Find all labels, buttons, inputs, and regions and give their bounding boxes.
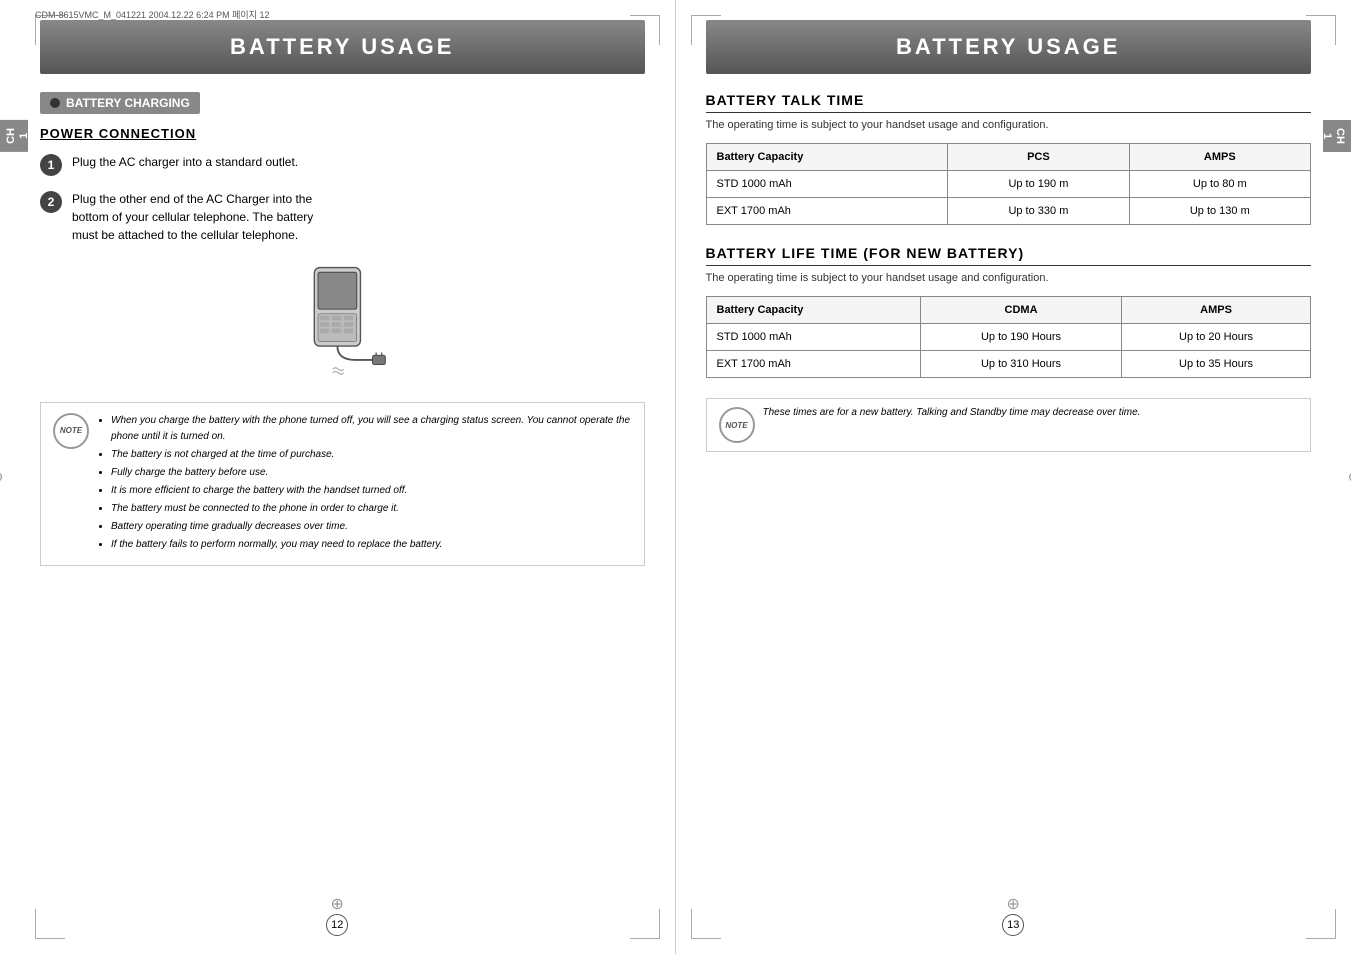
note-item-2: The battery is not charged at the time o… — [111, 447, 632, 463]
right-page: CH 1 BATTERY USAGE BATTERY TALK TIME The… — [676, 0, 1351, 954]
file-info: CDM-8615VMC_M_041221 2004.12.22 6:24 PM … — [35, 8, 269, 21]
chapter-tab-left: CH 1 — [0, 120, 28, 152]
step-2: 2 Plug the other end of the AC Charger i… — [40, 190, 645, 244]
table2-r1c2: Up to 190 Hours — [920, 324, 1121, 351]
left-page: CDM-8615VMC_M_041221 2004.12.22 6:24 PM … — [0, 0, 676, 954]
note-list: When you charge the battery with the pho… — [97, 413, 632, 555]
note-item-5: The battery must be connected to the pho… — [111, 501, 632, 517]
table2-row-1: STD 1000 mAh Up to 190 Hours Up to 20 Ho… — [706, 324, 1311, 351]
note-item-3: Fully charge the battery before use. — [111, 465, 632, 481]
table1-r2c2: Up to 330 m — [948, 198, 1129, 225]
corner-mark-tr — [630, 15, 660, 45]
talk-time-subtitle: The operating time is subject to your ha… — [706, 119, 1312, 131]
step-2-text: Plug the other end of the AC Charger int… — [72, 190, 313, 244]
right-page-header: BATTERY USAGE — [706, 20, 1312, 74]
right-note-text: These times are for a new battery. Talki… — [763, 407, 1141, 418]
life-time-subtitle: The operating time is subject to your ha… — [706, 272, 1312, 284]
center-crosshair-right: ⊕ — [1007, 894, 1020, 914]
page: CDM-8615VMC_M_041221 2004.12.22 6:24 PM … — [0, 0, 1351, 954]
edge-crosshair-left: ⊕ — [0, 467, 3, 487]
left-page-header: BATTERY USAGE — [40, 20, 645, 74]
step-1-number: 1 — [40, 154, 62, 176]
table1-r2c3: Up to 130 m — [1129, 198, 1310, 225]
battery-charging-label: BATTERY CHARGING — [40, 92, 200, 114]
step-1-text: Plug the AC charger into a standard outl… — [72, 153, 298, 171]
table2-header-col3: AMPS — [1122, 297, 1311, 324]
step-1: 1 Plug the AC charger into a standard ou… — [40, 153, 645, 176]
step-2-number: 2 — [40, 191, 62, 213]
table2-r2c3: Up to 35 Hours — [1122, 351, 1311, 378]
table1-row-2: EXT 1700 mAh Up to 330 m Up to 130 m — [706, 198, 1311, 225]
power-connection-title: POWER CONNECTION — [40, 126, 645, 141]
note-icon-left: NOTE — [53, 413, 89, 449]
talk-time-table: Battery Capacity PCS AMPS STD 1000 mAh U… — [706, 143, 1312, 225]
table1-header-col3: AMPS — [1129, 144, 1310, 171]
corner-mark-bl-r — [691, 909, 721, 939]
corner-mark-tl-r — [691, 15, 721, 45]
note-item-4: It is more efficient to charge the batte… — [111, 483, 632, 499]
table2-r2c1: EXT 1700 mAh — [706, 351, 920, 378]
table1-r1c3: Up to 80 m — [1129, 171, 1310, 198]
phone-image — [40, 258, 645, 388]
note-item-1: When you charge the battery with the pho… — [111, 413, 632, 445]
life-time-title: BATTERY LIFE TIME (FOR NEW BATTERY) — [706, 245, 1312, 266]
table2-r1c3: Up to 20 Hours — [1122, 324, 1311, 351]
table1-header-col2: PCS — [948, 144, 1129, 171]
table2-header-col2: CDMA — [920, 297, 1121, 324]
table1-r1c1: STD 1000 mAh — [706, 171, 948, 198]
table2-row-2: EXT 1700 mAh Up to 310 Hours Up to 35 Ho… — [706, 351, 1311, 378]
talk-time-title: BATTERY TALK TIME — [706, 92, 1312, 113]
corner-mark-bl — [35, 909, 65, 939]
note-box-right: NOTE These times are for a new battery. … — [706, 398, 1312, 452]
table2-r1c1: STD 1000 mAh — [706, 324, 920, 351]
table1-row-1: STD 1000 mAh Up to 190 m Up to 80 m — [706, 171, 1311, 198]
note-item-7: If the battery fails to perform normally… — [111, 537, 632, 553]
left-page-number: 12 — [326, 914, 348, 936]
center-crosshair-left: ⊕ — [331, 894, 344, 914]
life-time-table: Battery Capacity CDMA AMPS STD 1000 mAh … — [706, 296, 1312, 378]
phone-svg — [282, 263, 402, 383]
right-page-number: 13 — [1002, 914, 1024, 936]
table1-r2c1: EXT 1700 mAh — [706, 198, 948, 225]
corner-mark-br-r — [1306, 909, 1336, 939]
corner-mark-tr-r — [1306, 15, 1336, 45]
edge-crosshair-right: ⊕ — [1348, 467, 1351, 487]
note-item-6: Battery operating time gradually decreas… — [111, 519, 632, 535]
table1-header-col1: Battery Capacity — [706, 144, 948, 171]
note-icon-right: NOTE — [719, 407, 755, 443]
table2-header-col1: Battery Capacity — [706, 297, 920, 324]
table2-r2c2: Up to 310 Hours — [920, 351, 1121, 378]
note-box-left: NOTE When you charge the battery with th… — [40, 402, 645, 566]
bullet-icon — [50, 98, 60, 108]
table1-r1c2: Up to 190 m — [948, 171, 1129, 198]
corner-mark-br — [630, 909, 660, 939]
chapter-tab-right: CH 1 — [1323, 120, 1351, 152]
